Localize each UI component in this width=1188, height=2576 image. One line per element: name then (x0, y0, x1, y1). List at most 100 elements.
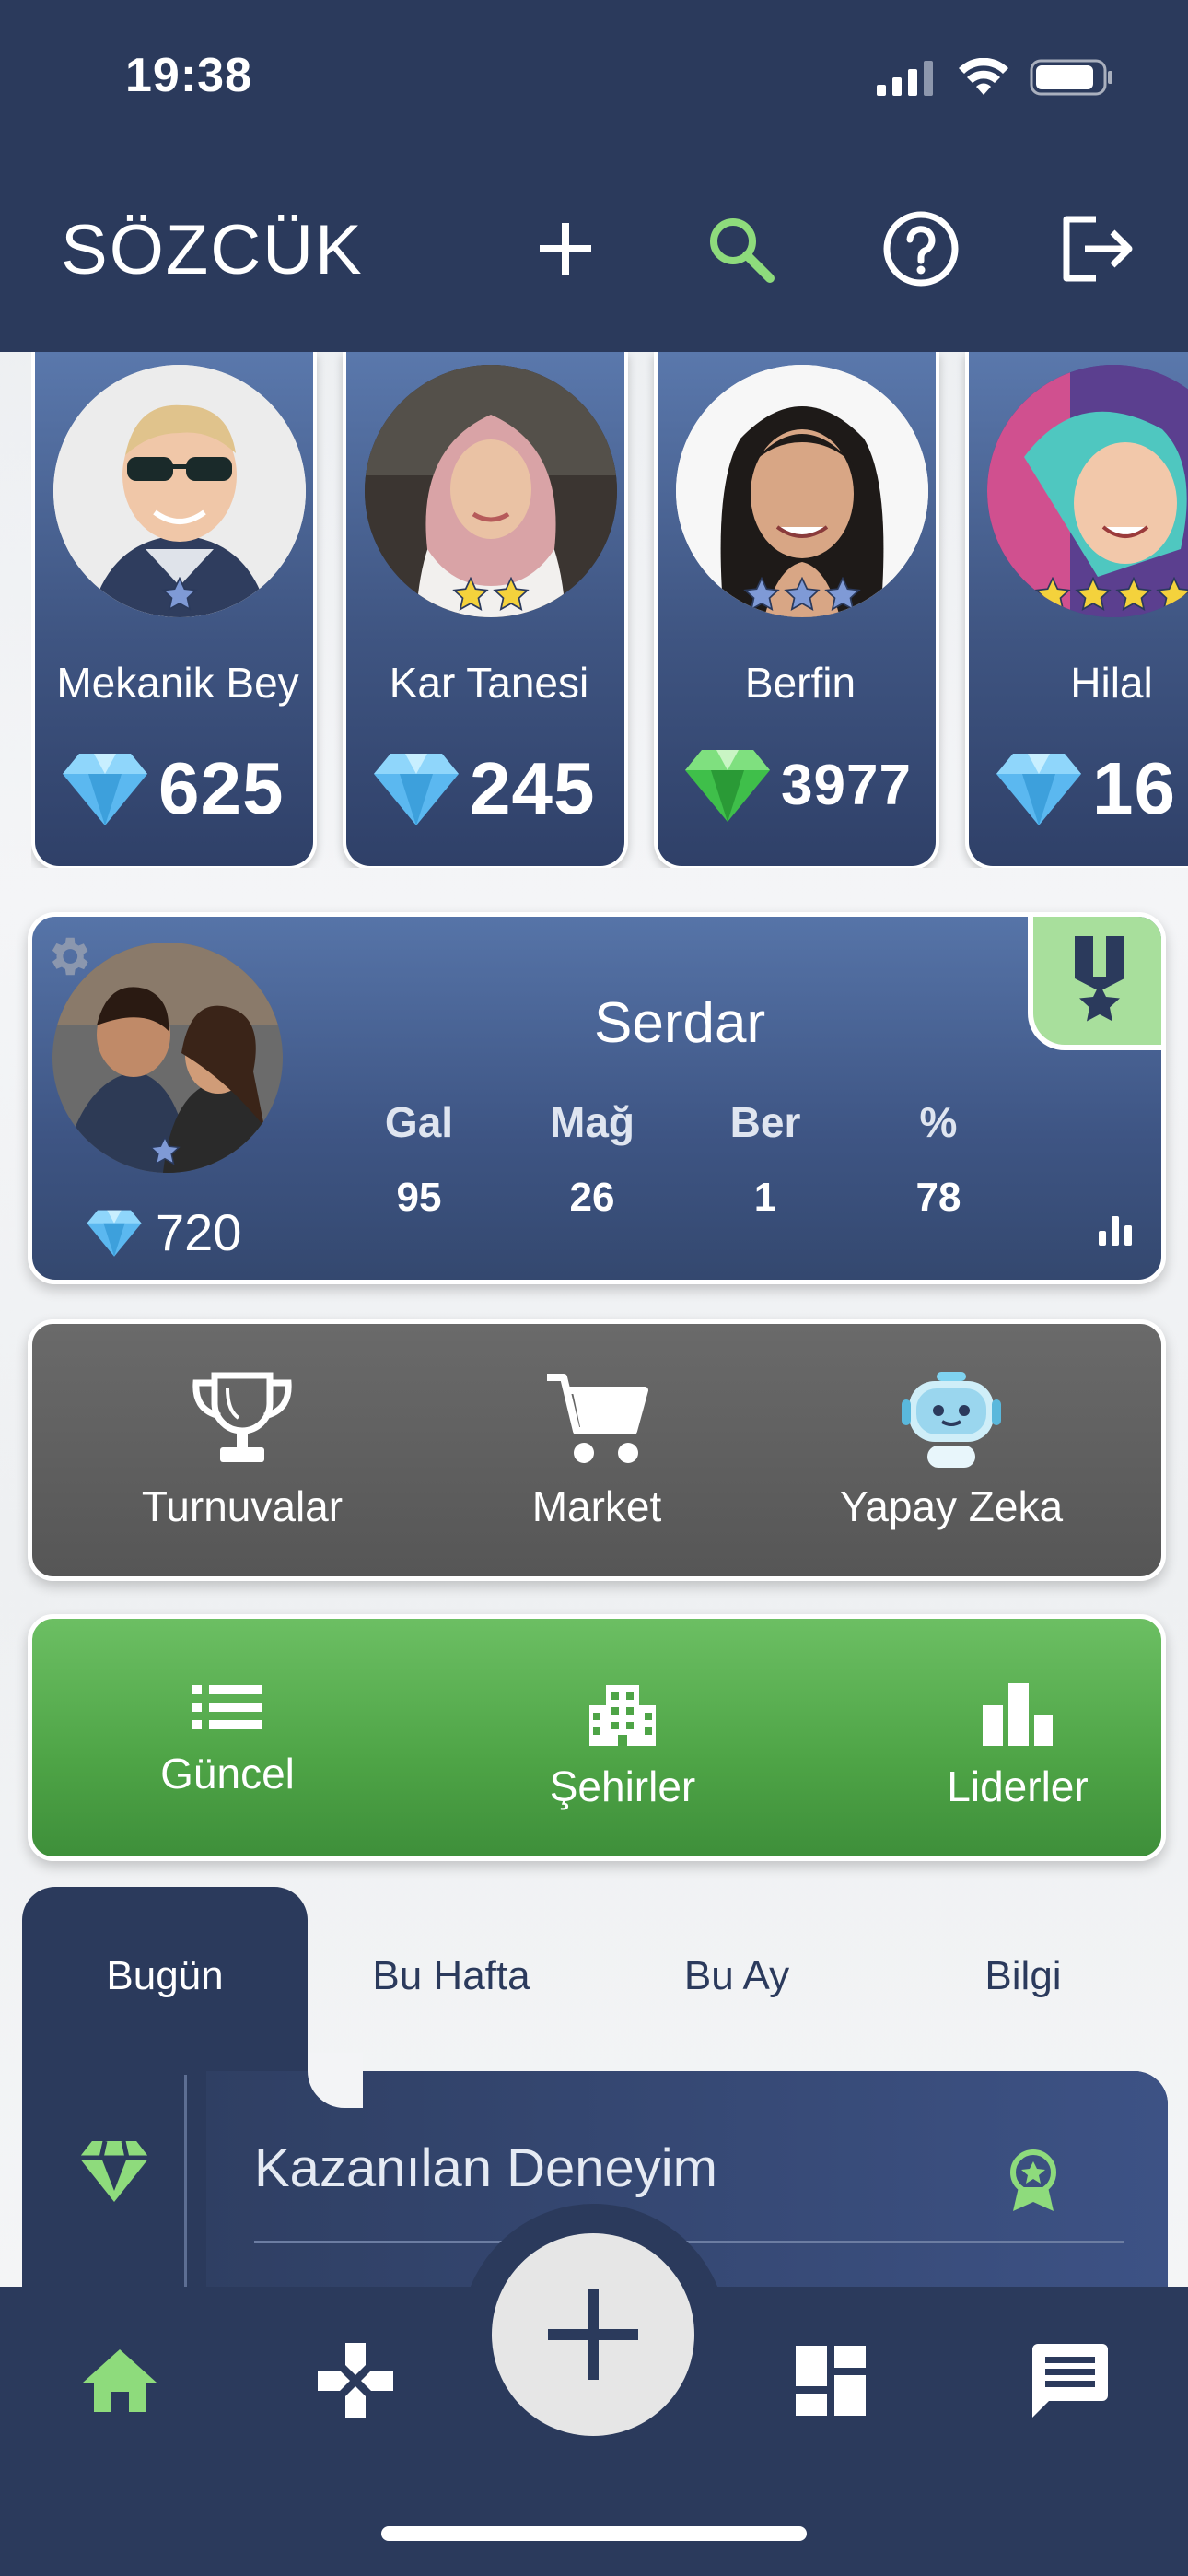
status-bar: 19:38 (0, 0, 1188, 157)
city-icon (589, 1685, 656, 1746)
player-score: 3977 (683, 746, 912, 824)
trophy-icon (192, 1372, 292, 1462)
plus-icon (548, 2289, 638, 2380)
chat-icon (1032, 2344, 1108, 2418)
stat-value: 1 (753, 1175, 777, 1220)
menu-current[interactable]: Güncel (52, 1681, 402, 1798)
menu-cities-label: Şehirler (549, 1762, 696, 1810)
stat-played: Gal 95 (345, 1097, 493, 1221)
green-gem-icon (685, 750, 770, 822)
player-card[interactable]: Berfin 3977 (654, 352, 939, 868)
menu-market[interactable]: Market (422, 1370, 772, 1531)
player-name: Hilal (1070, 659, 1153, 707)
cart-icon (547, 1374, 648, 1463)
logout-button[interactable] (1052, 203, 1144, 295)
signal-icon (877, 61, 933, 96)
stat-percent: % 78 (865, 1097, 1012, 1221)
star-icon (1115, 577, 1152, 612)
side-gem-button[interactable] (77, 2137, 151, 2210)
main-menu: Turnuvalar Market Yapay Zeka (28, 1319, 1166, 1581)
menu-current-label: Güncel (160, 1750, 295, 1797)
stat-draw: Ber 1 (692, 1097, 839, 1221)
app-header: 19:38 SÖZCÜK (0, 0, 1188, 352)
profile-name: Serdar (594, 991, 766, 1055)
tab-info[interactable]: Bilgi (885, 1953, 1161, 1999)
search-button[interactable] (694, 203, 786, 295)
menu-ai[interactable]: Yapay Zeka (776, 1370, 1126, 1531)
stat-value: 78 (915, 1175, 961, 1220)
star-icon (1034, 577, 1071, 612)
blue-gem-icon (374, 754, 459, 825)
help-button[interactable] (875, 203, 967, 295)
nav-home[interactable] (64, 2335, 175, 2427)
leaderboard-icon (983, 1683, 1053, 1746)
star-icon (824, 577, 861, 612)
menu-leaders-label: Liderler (947, 1762, 1089, 1810)
battery-icon (1030, 59, 1112, 96)
profile-card[interactable]: Serdar Gal 95 Mağ 26 Ber 1 % 78 720 (28, 912, 1166, 1284)
avatar (987, 365, 1188, 617)
tab-today[interactable]: Bugün (27, 1953, 303, 1999)
player-score: 245 (372, 746, 595, 831)
nav-games[interactable] (300, 2335, 411, 2427)
tab-this-week[interactable]: Bu Hafta (313, 1953, 589, 1999)
medal-icon (1075, 936, 1124, 1022)
plus-icon (540, 223, 591, 275)
player-card[interactable]: Kar Tanesi 245 (343, 352, 628, 868)
blue-gem-icon (63, 754, 147, 825)
players-row: Mekanik Bey 625 Kar Tanesi 245 Berfin 39… (31, 352, 1188, 868)
stat-value: 26 (569, 1175, 615, 1220)
tab-this-month[interactable]: Bu Ay (599, 1953, 875, 1999)
menu-tournaments[interactable]: Turnuvalar (67, 1370, 417, 1531)
player-name: Berfin (744, 659, 856, 707)
dashboard-icon (796, 2346, 866, 2416)
search-icon (710, 218, 775, 283)
status-icons (877, 57, 1114, 98)
home-indicator (381, 2526, 807, 2541)
new-game-fab[interactable] (492, 2233, 694, 2436)
player-score-value: 625 (158, 747, 285, 829)
profile-avatar (52, 943, 283, 1173)
menu-leaders[interactable]: Liderler (843, 1681, 1188, 1811)
award-icon (1010, 2149, 1056, 2211)
gamepad-icon (318, 2343, 393, 2418)
player-score: 16 (995, 746, 1176, 831)
help-icon (883, 211, 959, 287)
menu-tournaments-label: Turnuvalar (141, 1482, 344, 1530)
stats-chart-button[interactable] (1097, 1211, 1134, 1252)
stat-value: 95 (396, 1175, 442, 1220)
stat-label: % (919, 1098, 958, 1146)
player-score: 625 (61, 746, 284, 831)
nav-dashboard[interactable] (775, 2335, 886, 2427)
gear-icon (52, 937, 88, 976)
add-button[interactable] (519, 203, 611, 295)
bar-chart-icon (1099, 1216, 1132, 1246)
rank-stars (148, 1135, 181, 1172)
rank-stars (987, 577, 1188, 614)
profile-gems-value: 720 (156, 1203, 242, 1261)
player-score-value: 16 (1092, 747, 1176, 829)
award-button[interactable] (1007, 2149, 1059, 2218)
blue-gem-icon (996, 754, 1081, 825)
list-icon (192, 1685, 262, 1729)
stat-lost: Mağ 26 (518, 1097, 666, 1221)
medal-badge[interactable] (1028, 917, 1161, 1050)
rank-stars (676, 577, 928, 614)
menu-ai-label: Yapay Zeka (839, 1482, 1064, 1530)
star-icon (743, 577, 780, 612)
logout-icon (1063, 216, 1133, 282)
avatar (365, 365, 617, 617)
robot-icon (902, 1372, 1001, 1468)
star-icon (1075, 577, 1112, 612)
menu-cities[interactable]: Şehirler (448, 1681, 798, 1811)
app-title: SÖZCÜK (61, 211, 364, 289)
player-score-value: 245 (470, 747, 596, 829)
section-title: Kazanılan Deneyim (254, 2138, 717, 2198)
nav-messages[interactable] (1015, 2335, 1125, 2427)
wifi-icon (959, 58, 1008, 95)
blue-gem-icon (87, 1210, 142, 1257)
star-icon (161, 577, 198, 612)
player-card[interactable]: Hilal 16 (965, 352, 1188, 868)
player-card[interactable]: Mekanik Bey 625 (31, 352, 317, 868)
home-icon (83, 2349, 157, 2412)
